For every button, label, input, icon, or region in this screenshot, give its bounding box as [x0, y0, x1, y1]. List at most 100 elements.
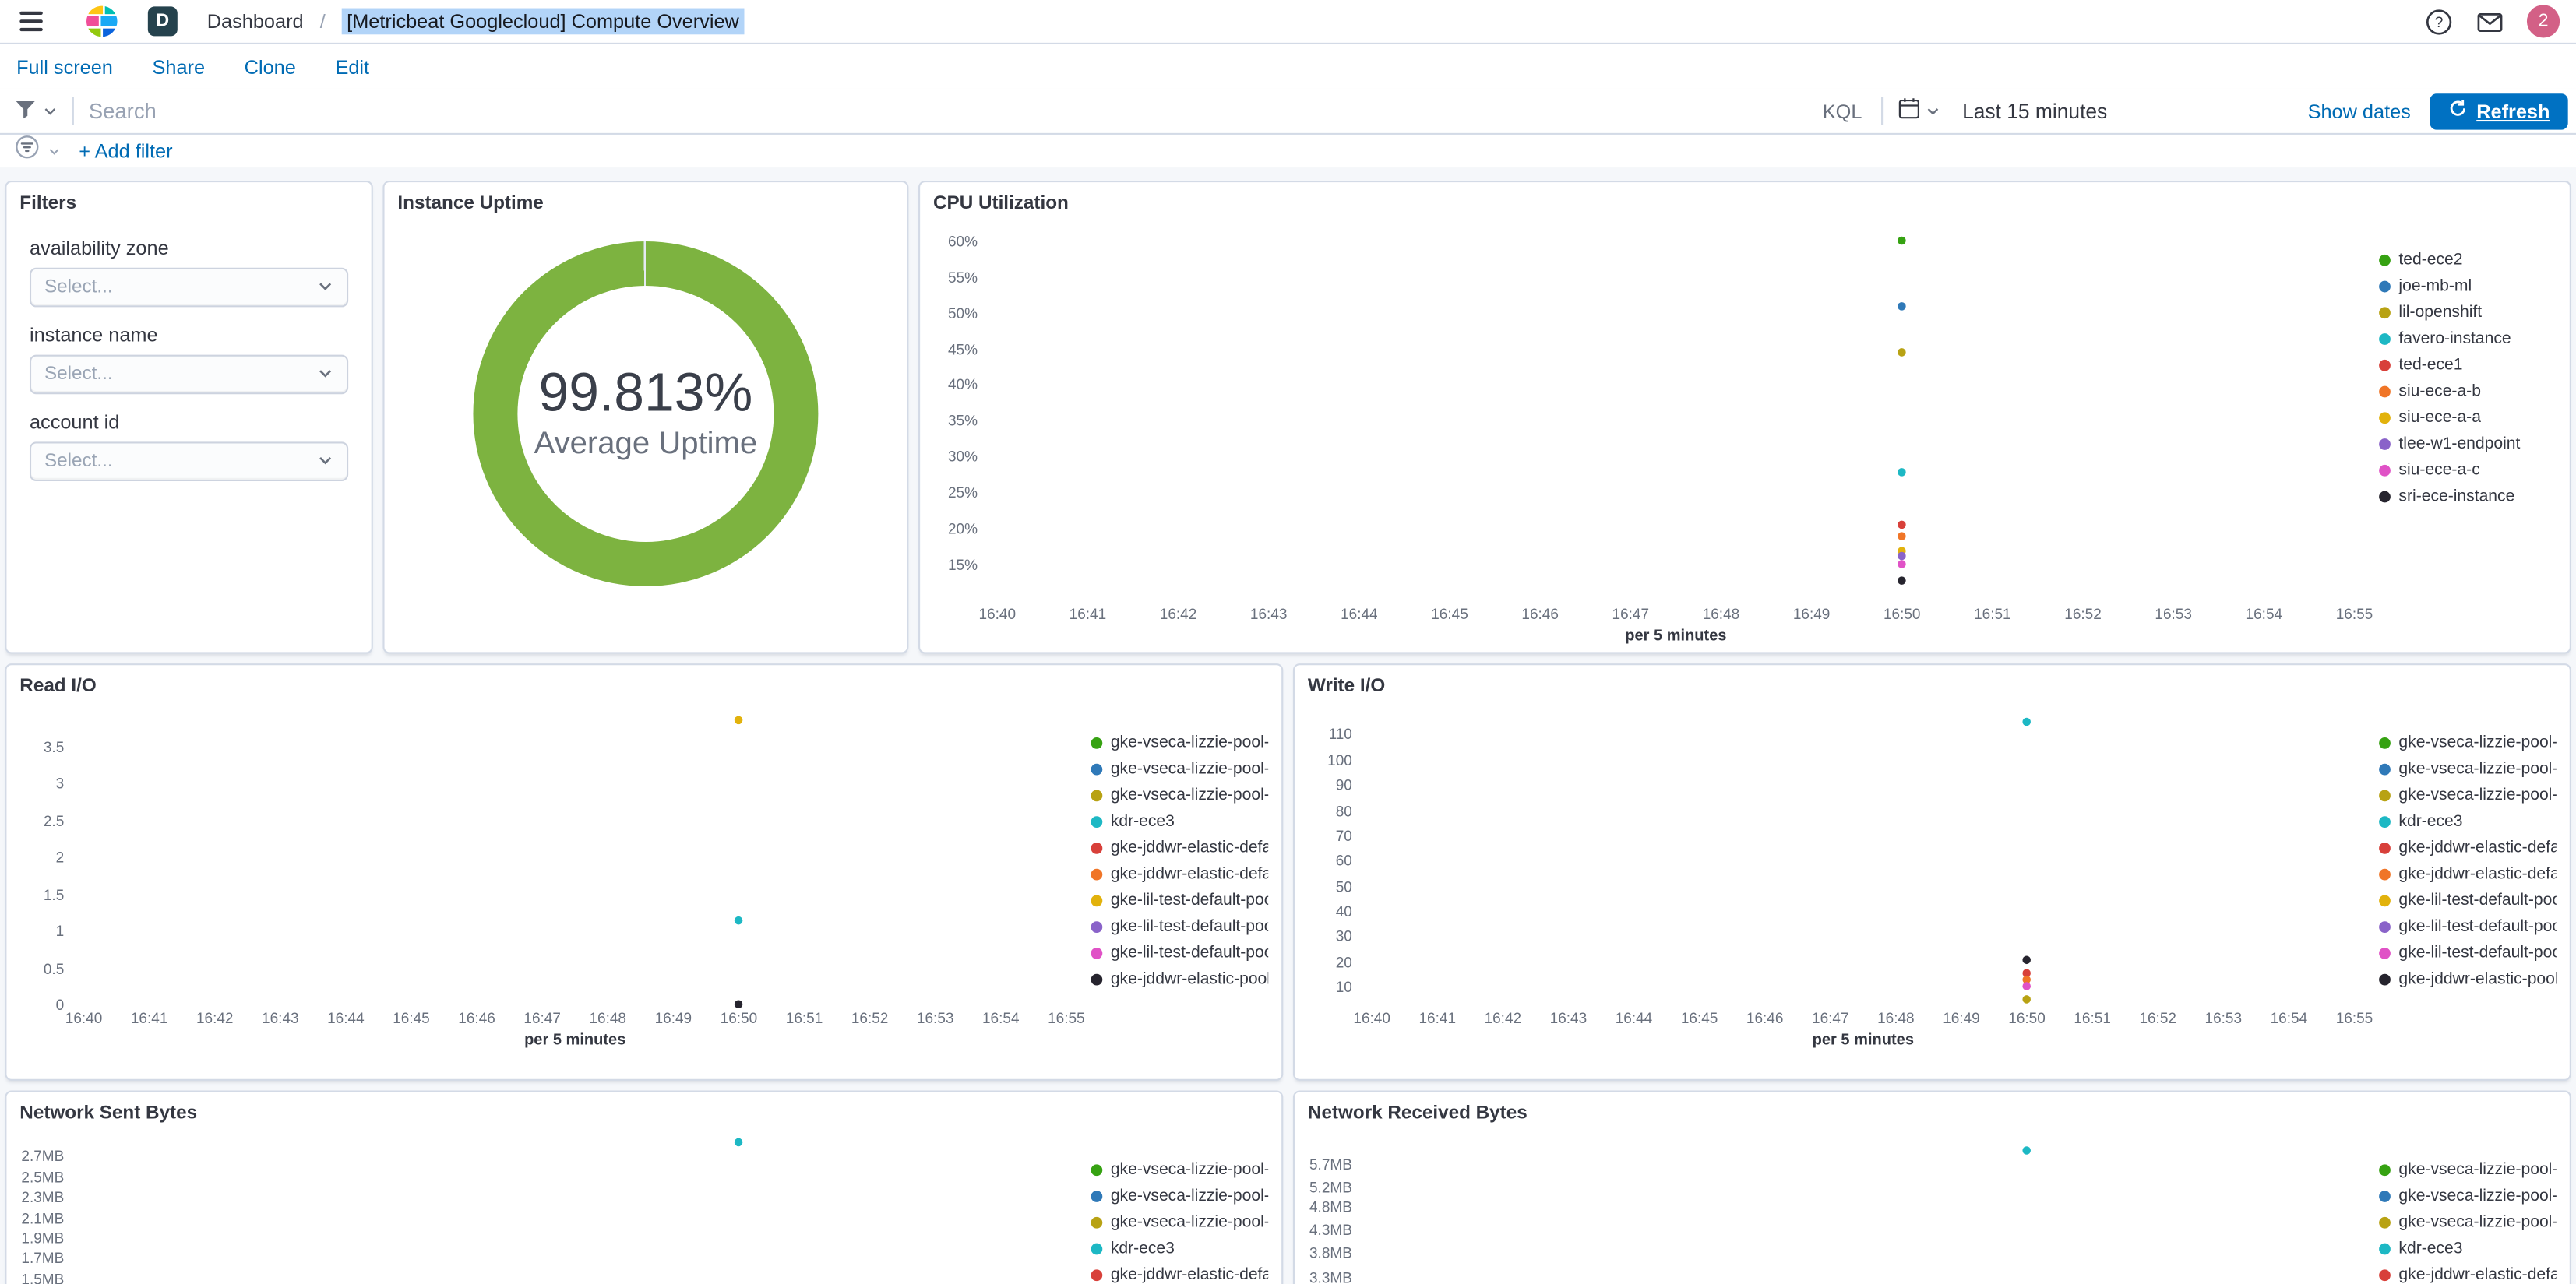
page-title: [Metricbeat Googlecloud] Compute Overvie…: [341, 8, 745, 35]
legend-item[interactable]: gke-jddwr-elastic-default-po…: [1091, 834, 1268, 860]
legend-item[interactable]: gke-vseca-lizzie-pool-1-c417…: [1091, 755, 1268, 782]
y-tick-label: 2.3MB: [21, 1189, 65, 1206]
legend-item[interactable]: gke-lil-test-default-pool-c1e…: [1091, 939, 1268, 966]
legend-item[interactable]: gke-jddwr-elastic-pool-3-74…: [1091, 966, 1268, 992]
legend-item[interactable]: gke-jddwr-elastic-default-po…: [1091, 1261, 1268, 1284]
chart-plot-area: [76, 709, 1074, 1008]
y-tick-label: 1: [55, 923, 65, 940]
legend-item[interactable]: gke-vseca-lizzie-pool-1-630…: [1091, 782, 1268, 808]
x-tick-label: 16:55: [1048, 1010, 1085, 1027]
legend-item[interactable]: gke-vseca-lizzie-pool-1-630…: [1091, 1208, 1268, 1235]
legend-item[interactable]: joe-mb-ml: [2379, 273, 2557, 299]
legend-item[interactable]: gke-jddwr-elastic-default-po…: [2379, 834, 2557, 860]
network-received-bytes-panel: Network Received Bytes 5.7MB 5.2MB 4.8MB 4.…: [1292, 1090, 2571, 1284]
legend-item[interactable]: ted-ece1: [2379, 351, 2557, 378]
x-tick-label: 16:53: [2155, 606, 2192, 623]
search-input[interactable]: [73, 98, 1803, 124]
space-badge[interactable]: D: [147, 6, 178, 37]
legend-item[interactable]: gke-vseca-lizzie-pool-1-1877…: [2379, 729, 2557, 755]
legend-label: sri-ece-instance: [2398, 487, 2515, 505]
legend-item[interactable]: gke-jddwr-elastic-pool-3-74…: [2379, 966, 2557, 992]
filter-bar: + Add filter: [0, 134, 2576, 168]
legend-item[interactable]: kdr-ece3: [2379, 808, 2557, 835]
full-screen-link[interactable]: Full screen: [16, 55, 113, 79]
x-tick-label: 16:51: [785, 1010, 823, 1027]
availability-zone-select[interactable]: Select...: [29, 267, 349, 308]
legend-item[interactable]: kdr-ece3: [1091, 1235, 1269, 1261]
legend-label: gke-jddwr-elastic-pool-3-74…: [2398, 969, 2556, 988]
menu-icon[interactable]: [16, 9, 46, 35]
legend-item[interactable]: gke-lil-test-default-pool-c1e…: [2379, 939, 2557, 966]
legend-dot-icon: [1091, 946, 1103, 959]
legend-item[interactable]: siu-ece-a-b: [2379, 378, 2557, 404]
legend-dot-icon: [2379, 490, 2391, 502]
help-icon[interactable]: ?: [2425, 7, 2453, 35]
legend-item[interactable]: gke-vseca-lizzie-pool-1-1877…: [1091, 729, 1268, 755]
legend-item[interactable]: gke-lil-test-default-pool-c1e…: [1091, 913, 1268, 940]
legend-item[interactable]: tlee-w1-endpoint: [2379, 431, 2557, 457]
clone-link[interactable]: Clone: [245, 55, 296, 79]
mail-icon[interactable]: [2476, 7, 2504, 35]
panel-title: Write I/O: [1307, 676, 1386, 697]
legend-label: gke-lil-test-default-pool-c1e…: [1110, 943, 1268, 962]
y-tick-label: 5.7MB: [1309, 1156, 1352, 1173]
y-tick-label: 10: [1335, 979, 1352, 996]
legend-item[interactable]: gke-vseca-lizzie-pool-1-630…: [2379, 782, 2557, 808]
y-tick-label: 100: [1327, 751, 1352, 769]
legend-label: gke-jddwr-elastic-default-po…: [2398, 864, 2556, 883]
x-tick-label: 16:54: [2245, 606, 2283, 623]
x-tick-label: 16:52: [851, 1010, 889, 1027]
legend-item[interactable]: gke-lil-test-default-pool-c1e…: [2379, 913, 2557, 940]
show-dates-link[interactable]: Show dates: [2308, 100, 2411, 123]
legend-item[interactable]: siu-ece-a-c: [2379, 456, 2557, 483]
calendar-icon: [1898, 97, 1922, 125]
legend-item[interactable]: gke-vseca-lizzie-pool-1-630…: [2379, 1208, 2557, 1235]
legend-item[interactable]: favero-instance: [2379, 325, 2557, 352]
instance-name-select[interactable]: Select...: [29, 354, 349, 395]
saved-query-menu-button[interactable]: [0, 89, 72, 133]
svg-text:?: ?: [2435, 14, 2444, 30]
time-range[interactable]: Last 15 minutes: [1956, 100, 2114, 123]
legend-label: gke-lil-test-default-pool-c1e…: [2398, 891, 2556, 909]
y-tick-label: 0.5: [43, 959, 65, 976]
legend-item[interactable]: lil-openshift: [2379, 299, 2557, 325]
share-link[interactable]: Share: [152, 55, 205, 79]
legend-item[interactable]: kdr-ece3: [2379, 1235, 2557, 1261]
x-tick-label: 16:43: [262, 1010, 299, 1027]
legend-item[interactable]: gke-lil-test-default-pool-c1e…: [1091, 887, 1268, 913]
legend-item[interactable]: siu-ece-a-a: [2379, 404, 2557, 431]
legend-item[interactable]: gke-jddwr-elastic-default-po…: [1091, 860, 1268, 887]
add-filter-link[interactable]: + Add filter: [79, 139, 172, 163]
legend-item[interactable]: sri-ece-instance: [2379, 483, 2557, 509]
elastic-logo[interactable]: [86, 5, 118, 37]
x-tick-label: 16:47: [523, 1010, 561, 1027]
x-tick-label: 16:43: [1249, 606, 1288, 623]
write-io-panel: Write I/O 10 20 30 40 50 60 70 80 90 100 110 16:40…: [1292, 663, 2571, 1081]
legend-item[interactable]: gke-lil-test-default-pool-c1e…: [2379, 887, 2557, 913]
x-tick-label: 16:44: [1341, 606, 1378, 623]
edit-link[interactable]: Edit: [335, 55, 369, 79]
filter-options-icon[interactable]: [15, 135, 40, 167]
legend-item[interactable]: gke-jddwr-elastic-default-po…: [2379, 1261, 2557, 1284]
legend-item[interactable]: gke-vseca-lizzie-pool-1-1877…: [1091, 1156, 1268, 1183]
legend-item[interactable]: ted-ece2: [2379, 246, 2557, 273]
refresh-button[interactable]: Refresh: [2430, 93, 2568, 129]
legend-item[interactable]: gke-jddwr-elastic-default-po…: [2379, 860, 2557, 887]
legend-item[interactable]: kdr-ece3: [1091, 808, 1269, 835]
legend-item[interactable]: gke-vseca-lizzie-pool-1-c417…: [2379, 755, 2557, 782]
x-tick-label: 16:55: [2335, 606, 2373, 623]
filter-icon: [15, 97, 36, 124]
legend-item[interactable]: gke-vseca-lizzie-pool-1-c417…: [1091, 1183, 1268, 1209]
y-tick-label: 1.7MB: [21, 1251, 65, 1268]
x-tick-label: 16:50: [720, 1010, 758, 1027]
uptime-value: 99.813%: [538, 361, 753, 423]
legend-dot-icon: [2379, 789, 2391, 801]
kql-button[interactable]: KQL: [1802, 100, 1881, 123]
legend-item[interactable]: gke-vseca-lizzie-pool-1-c417…: [2379, 1183, 2557, 1209]
user-avatar[interactable]: 2: [2526, 5, 2560, 38]
account-id-select[interactable]: Select...: [29, 441, 349, 481]
legend-item[interactable]: gke-vseca-lizzie-pool-1-1877…: [2379, 1156, 2557, 1183]
y-tick-label: 2.5MB: [21, 1169, 65, 1186]
date-picker-button[interactable]: [1884, 89, 1956, 133]
breadcrumb-dashboard[interactable]: Dashboard: [207, 10, 304, 33]
